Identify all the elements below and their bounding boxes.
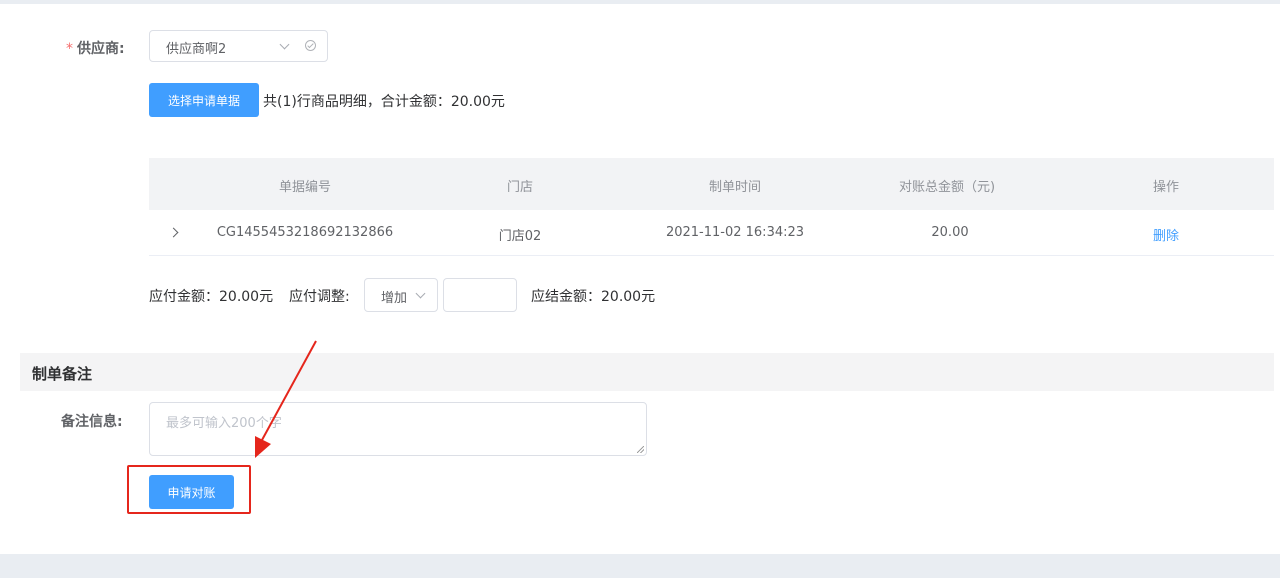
remarks-label: 备注信息:	[61, 414, 123, 430]
adjust-type-select[interactable]: 增加	[364, 278, 438, 312]
circle-check-icon	[305, 40, 316, 51]
payable-amount: 应付金额：20.00元	[149, 289, 274, 305]
column-header-created-at: 制单时间	[708, 180, 762, 195]
resize-handle-icon[interactable]	[637, 446, 644, 453]
cell-created-at: 2021-11-02 16:34:23	[665, 225, 805, 240]
cell-store: 门店02	[498, 229, 542, 244]
chevron-down-icon	[415, 288, 426, 299]
annotation-highlight-box	[127, 465, 251, 514]
table-row: CG1455453218692132866 门店02 2021-11-02 16…	[149, 210, 1274, 256]
adjust-amount-input[interactable]	[443, 278, 517, 312]
remarks-section-header: 制单备注	[20, 353, 1274, 391]
supplier-select-value: 供应商啊2	[166, 42, 227, 57]
required-mark: *	[66, 41, 73, 57]
supplier-label: * 供应商:	[66, 38, 125, 58]
adjust-label: 应付调整:	[289, 289, 350, 305]
column-header-doc-no: 单据编号	[278, 180, 332, 195]
supplier-select[interactable]: 供应商啊2	[149, 30, 328, 62]
remarks-textarea[interactable]: 最多可输入200个字	[149, 402, 647, 456]
section-title: 制单备注	[32, 365, 93, 383]
select-documents-button[interactable]: 选择申请单据	[149, 83, 259, 117]
column-header-amount: 对账总金额（元)	[898, 180, 996, 195]
delete-link[interactable]: 删除	[1153, 225, 1179, 244]
settle-amount: 应结金额：20.00元	[531, 289, 656, 305]
chevron-down-icon	[279, 39, 290, 50]
column-header-action: 操作	[1152, 180, 1180, 195]
remarks-placeholder: 最多可输入200个字	[166, 416, 282, 431]
table-header: 单据编号 门店 制单时间 对账总金额（元) 操作	[149, 158, 1274, 210]
supplier-label-text: 供应商:	[77, 41, 125, 57]
cell-doc-no: CG1455453218692132866	[216, 225, 394, 240]
page-footer	[0, 554, 1280, 578]
column-header-store: 门店	[506, 180, 534, 195]
adjust-type-value: 增加	[381, 291, 408, 306]
cell-amount: 20.00	[931, 225, 969, 240]
summary-text: 共(1)行商品明细，合计金额：20.00元	[263, 94, 505, 110]
top-border	[0, 0, 1280, 4]
expand-row-icon[interactable]	[168, 227, 179, 238]
